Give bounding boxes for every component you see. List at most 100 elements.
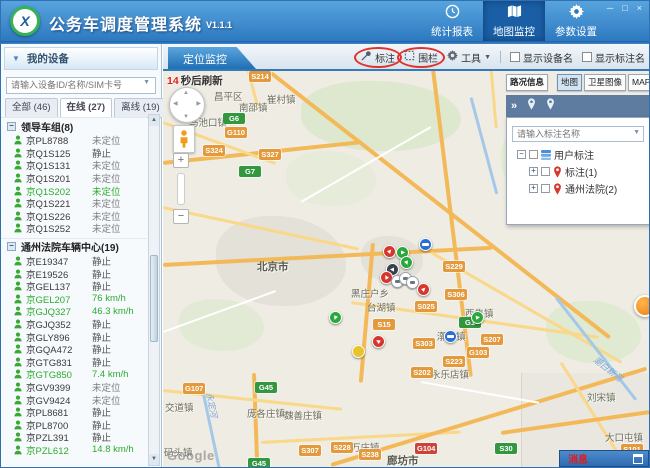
vehicle-marker[interactable] bbox=[352, 345, 365, 358]
annotate-button[interactable]: 标注 bbox=[361, 50, 395, 65]
tree-item-annotation-group-1[interactable]: +通州法院(2) bbox=[507, 180, 649, 197]
tab-location-monitor[interactable]: 定位监控 bbox=[168, 47, 256, 69]
checkbox-icon[interactable] bbox=[582, 52, 592, 62]
vehicle-row[interactable]: 京GJQ32746.3 km/h bbox=[1, 305, 147, 318]
tools-button[interactable]: 工具 ▼ bbox=[447, 50, 491, 65]
window-minimize-button[interactable]: ─ bbox=[607, 3, 613, 13]
fence-icon bbox=[404, 50, 415, 64]
search-dropdown-icon[interactable]: ▼ bbox=[143, 79, 150, 86]
vehicle-row[interactable]: 京Q1S221未定位 bbox=[1, 197, 147, 210]
app-header: X 公务车调度管理系统V1.1.1 统计报表地图监控参数设置 ─□× bbox=[1, 1, 649, 41]
group-header[interactable]: −通州法院车辆中心(19) bbox=[1, 238, 147, 255]
tools-label: 工具 bbox=[461, 50, 481, 65]
tree-toggle-icon[interactable]: + bbox=[529, 184, 538, 193]
vehicle-cluster-marker[interactable] bbox=[391, 272, 419, 291]
show-device-name-checkbox[interactable]: 显示设备名 bbox=[510, 50, 573, 65]
nav-item-settings[interactable]: 参数设置 bbox=[545, 1, 607, 41]
message-bar[interactable]: 消息 bbox=[559, 450, 649, 467]
vehicle-row[interactable]: 京Q1S201未定位 bbox=[1, 172, 147, 185]
vehicle-row[interactable]: 京PZL61214.8 km/h bbox=[1, 444, 147, 457]
group-name: 通州法院车辆中心(19) bbox=[21, 239, 119, 254]
tree-checkbox[interactable] bbox=[541, 167, 550, 176]
vehicle-row[interactable]: 京GLY896静止 bbox=[1, 330, 147, 343]
nav-item-label: 地图监控 bbox=[493, 24, 535, 39]
vehicle-row[interactable]: 京Q1S202未定位 bbox=[1, 184, 147, 197]
pan-down-icon[interactable]: ▼ bbox=[183, 114, 189, 120]
gear-small-icon bbox=[447, 50, 458, 64]
sidebar-header[interactable]: ▼ 我的设备 bbox=[4, 47, 158, 70]
vehicle-marker[interactable] bbox=[419, 238, 432, 251]
device-search-input[interactable] bbox=[6, 77, 156, 94]
zoom-slider[interactable] bbox=[177, 173, 185, 205]
tree-item-annotation-group-0[interactable]: +标注(1) bbox=[507, 163, 649, 180]
vehicle-marker[interactable]: ▲ bbox=[400, 256, 413, 269]
checkbox-icon[interactable] bbox=[510, 52, 520, 62]
tree-item-user-annotations[interactable]: −用户标注 bbox=[507, 146, 649, 163]
maptype-tab-3[interactable]: MAPabc bbox=[628, 74, 649, 91]
vehicle-row[interactable]: 京Q1S131未定位 bbox=[1, 159, 147, 172]
panel-collapse-button[interactable]: » bbox=[511, 100, 517, 112]
scroll-up-icon[interactable]: ▲ bbox=[149, 115, 159, 126]
scroll-thumb[interactable] bbox=[150, 255, 158, 342]
vehicle-row[interactable]: 京Q1S125静止 bbox=[1, 147, 147, 160]
scroll-down-icon[interactable]: ▼ bbox=[149, 454, 159, 465]
vehicle-marker[interactable]: ▲ bbox=[417, 283, 430, 296]
show-marker-name-checkbox[interactable]: 显示标注名 bbox=[582, 50, 645, 65]
vehicle-row[interactable]: 京GV9399未定位 bbox=[1, 381, 147, 394]
pan-up-icon[interactable]: ▲ bbox=[183, 90, 189, 96]
zoom-out-button[interactable]: − bbox=[173, 209, 189, 224]
map-pan-control[interactable]: ▲ ▼ ◀ ▶ bbox=[169, 87, 205, 123]
vehicle-row[interactable]: 京PL8788未定位 bbox=[1, 134, 147, 147]
vehicle-row[interactable]: 京GEL20776 km/h bbox=[1, 293, 147, 306]
restore-window-icon[interactable] bbox=[633, 454, 643, 464]
tree-toggle-icon[interactable]: + bbox=[529, 167, 538, 176]
window-close-button[interactable]: × bbox=[637, 3, 642, 13]
vehicle-row[interactable]: 京GEL137静止 bbox=[1, 280, 147, 293]
vehicle-row[interactable]: 京PL8681静止 bbox=[1, 406, 147, 419]
vehicle-row[interactable]: 京GTG831静止 bbox=[1, 356, 147, 369]
fence-button[interactable]: 围栏 bbox=[404, 50, 438, 65]
vehicle-row[interactable]: 京GTG8507.4 km/h bbox=[1, 368, 147, 381]
vehicle-row[interactable]: 京GV9424未定位 bbox=[1, 393, 147, 406]
search-dropdown-icon[interactable]: ▼ bbox=[633, 129, 640, 136]
vehicle-row[interactable]: 京E19526静止 bbox=[1, 267, 147, 280]
tree-toggle-icon[interactable]: − bbox=[517, 150, 526, 159]
pan-left-icon[interactable]: ◀ bbox=[173, 100, 178, 107]
maptype-tab-0[interactable]: 路况信息 bbox=[506, 74, 548, 91]
road-number-badge: S214 bbox=[249, 71, 271, 82]
group-header[interactable]: −领导车组(8) bbox=[1, 117, 147, 134]
vehicle-marker[interactable]: ▲ bbox=[383, 245, 396, 258]
annotation-search-input[interactable] bbox=[512, 126, 644, 142]
window-maximize-button[interactable]: □ bbox=[622, 3, 627, 13]
vehicle-row[interactable]: 京PL8700静止 bbox=[1, 418, 147, 431]
streetview-pegman-icon[interactable] bbox=[173, 125, 195, 153]
notification-badge[interactable] bbox=[634, 295, 649, 317]
vehicle-list-scrollbar[interactable]: ▲ ▼ bbox=[148, 114, 160, 466]
map-city-label: 北京市 bbox=[257, 259, 289, 274]
vehicle-marker[interactable]: ▲ bbox=[329, 311, 342, 324]
tree-checkbox[interactable] bbox=[529, 150, 538, 159]
vehicle-marker[interactable] bbox=[444, 330, 457, 343]
vehicle-row[interactable]: 京PZL391静止 bbox=[1, 431, 147, 444]
heading-arrow-icon: ▲ bbox=[374, 337, 384, 347]
vehicle-row[interactable]: 京Q1S226未定位 bbox=[1, 210, 147, 223]
collapse-box-icon[interactable]: − bbox=[7, 242, 16, 251]
zoom-in-button[interactable]: + bbox=[173, 153, 189, 168]
nav-item-reports[interactable]: 统计报表 bbox=[421, 1, 483, 41]
road-number-badge: S15 bbox=[373, 319, 395, 330]
collapse-box-icon[interactable]: − bbox=[7, 122, 16, 131]
maptype-tab-2[interactable]: 卫星图像 bbox=[584, 74, 626, 91]
road-number-badge: G103 bbox=[467, 347, 489, 358]
nav-item-map-monitor[interactable]: 地图监控 bbox=[483, 1, 545, 41]
vehicle-marker[interactable]: ▲ bbox=[372, 335, 385, 348]
vehicle-row[interactable]: 京GJQ352静止 bbox=[1, 318, 147, 331]
vehicle-marker[interactable]: ▲ bbox=[471, 311, 484, 324]
vehicle-row[interactable]: 京E19347静止 bbox=[1, 255, 147, 268]
vehicle-row[interactable]: 京GQA472静止 bbox=[1, 343, 147, 356]
pan-right-icon[interactable]: ▶ bbox=[196, 100, 201, 107]
tree-checkbox[interactable] bbox=[541, 184, 550, 193]
map-canvas[interactable]: 昌平区南邵镇崔村镇马池口镇黑庄户乡台湖镇漷县镇西集镇永乐店镇刘宋镇大口屯镇万庄镇… bbox=[163, 71, 649, 467]
vehicle-row[interactable]: 京Q1S252未定位 bbox=[1, 222, 147, 235]
stopped-bar-icon bbox=[422, 243, 429, 246]
maptype-tab-1[interactable]: 地图 bbox=[557, 74, 582, 91]
